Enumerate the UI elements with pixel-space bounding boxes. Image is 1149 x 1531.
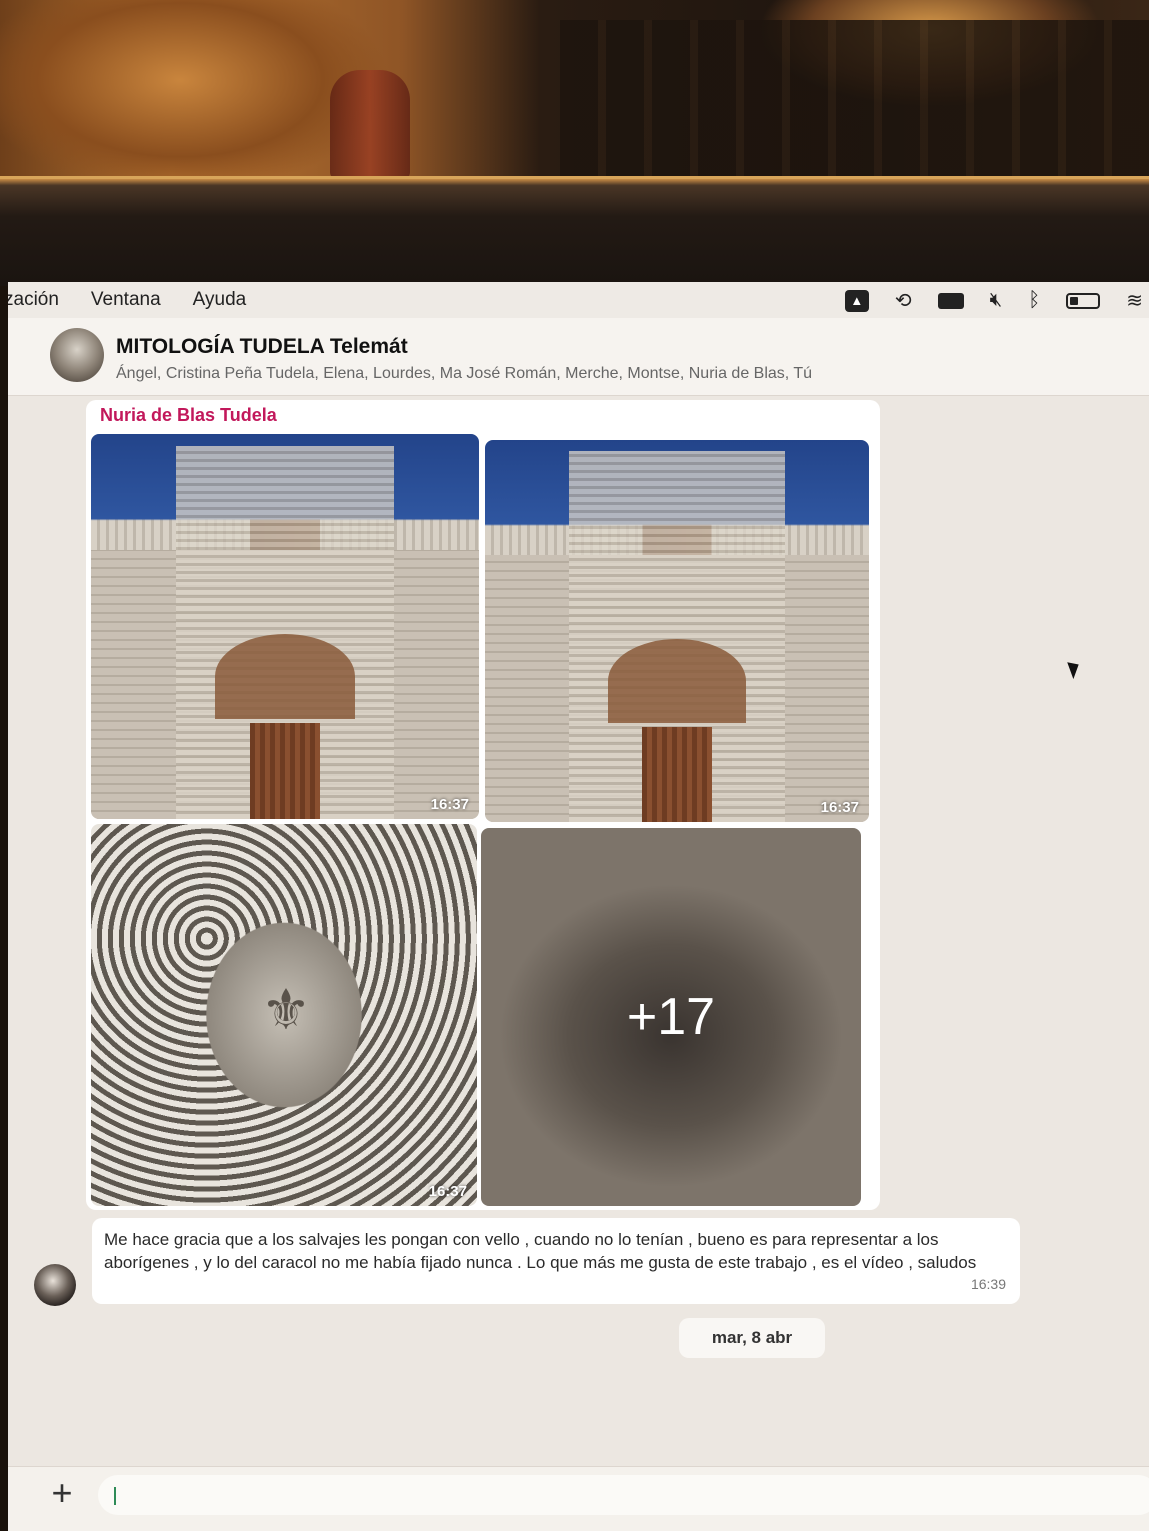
more-photos-count: +17	[626, 988, 716, 1046]
group-avatar[interactable]	[50, 328, 104, 382]
photo-thumbnail[interactable]: 16:37	[485, 440, 869, 822]
mouse-pointer-icon	[1067, 658, 1083, 680]
date-divider: mar, 8 abr	[679, 1318, 825, 1358]
photo-thumbnail[interactable]: ⚜ 16:37	[91, 824, 477, 1206]
group-members: Ángel, Cristina Peña Tudela, Elena, Lour…	[116, 365, 813, 382]
message-text: Me hace gracia que a los salvajes les po…	[104, 1230, 977, 1272]
laptop-screen: zación Ventana Ayuda ▲ ⟲ 🔇︎ ᛒ ≋ MITOLOGÍ…	[8, 282, 1149, 1531]
message-composer: +	[8, 1466, 1149, 1531]
menu-item-ventana[interactable]: Ventana	[91, 289, 161, 311]
bookshelf	[560, 20, 1149, 180]
photo-time: 16:37	[820, 799, 859, 816]
chat-body: Nuria de Blas Tudela 16:37 16:37 ⚜ 16:37	[8, 396, 1149, 1466]
room-background	[0, 0, 1149, 190]
chat-header[interactable]: MITOLOGÍA TUDELA Telemát Ángel, Cristina…	[8, 318, 1149, 396]
drive-icon[interactable]: ▲	[844, 289, 869, 312]
bluetooth-icon[interactable]: ᛒ	[1028, 289, 1040, 312]
photo-time: 16:37	[430, 796, 469, 813]
photo-arch	[607, 638, 747, 723]
more-photos-thumbnail[interactable]: +17	[481, 828, 861, 1206]
avatar[interactable]	[34, 1264, 76, 1306]
message-input[interactable]	[98, 1475, 1149, 1515]
wifi-icon[interactable]: ≋	[1126, 288, 1143, 313]
media-message-bubble: Nuria de Blas Tudela 16:37 16:37 ⚜ 16:37	[86, 400, 880, 1210]
laptop-bezel	[0, 176, 1149, 286]
photo-thumbnail[interactable]: 16:37	[91, 434, 479, 819]
photo-door	[642, 726, 712, 822]
group-title: MITOLOGÍA TUDELA Telemát	[116, 335, 408, 358]
status-icons: ▲ ⟲ 🔇︎ ᛒ ≋	[844, 288, 1143, 313]
text-message-bubble: Me hace gracia que a los salvajes les po…	[92, 1218, 1020, 1304]
text-caret	[114, 1487, 116, 1505]
add-attachment-button[interactable]: +	[44, 1475, 80, 1513]
photo-time: 16:37	[428, 1183, 467, 1200]
macos-menubar: zación Ventana Ayuda ▲ ⟲ 🔇︎ ᛒ ≋	[8, 282, 1149, 318]
menu-item-organizacion[interactable]: zación	[8, 289, 59, 311]
sender-name[interactable]: Nuria de Blas Tudela	[100, 405, 277, 426]
keyboard-icon[interactable]	[937, 292, 964, 309]
mute-icon[interactable]: 🔇︎	[990, 289, 1003, 312]
photo-door	[250, 722, 320, 819]
photo-arch	[215, 634, 355, 719]
time-machine-icon[interactable]: ⟲	[895, 288, 912, 313]
battery-icon[interactable]	[1066, 292, 1101, 309]
fleur-de-lis-icon: ⚜	[260, 977, 312, 1041]
fire-extinguisher	[330, 70, 410, 180]
menu-item-ayuda[interactable]: Ayuda	[193, 289, 247, 311]
message-time: 16:39	[970, 1276, 1006, 1292]
